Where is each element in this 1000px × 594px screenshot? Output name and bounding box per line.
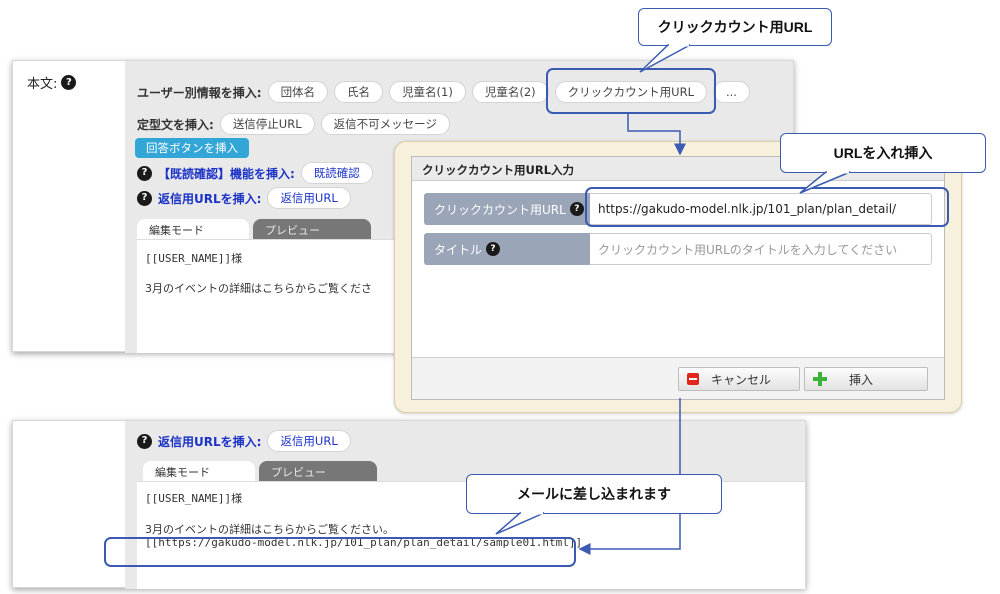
- reply-url-row: ? 返信用URLを挿入: 返信用URL: [137, 430, 351, 452]
- highlight-click-url-pill: [546, 68, 716, 114]
- help-icon[interactable]: ?: [61, 75, 77, 90]
- help-icon[interactable]: ?: [137, 165, 152, 181]
- pill-unsubscribe-url[interactable]: 送信停止URL: [219, 113, 315, 135]
- insert-reply-button[interactable]: 回答ボタンを挿入: [135, 138, 249, 158]
- template-label: 定型文を挿入:: [137, 117, 214, 132]
- dialog-backdrop: クリックカウント用URL入力 クリックカウント用URL ? https://ga…: [394, 141, 962, 413]
- body-label-text: 本文:: [27, 77, 58, 92]
- url-field-label-text: クリックカウント用URL: [434, 202, 566, 217]
- user-info-label: ユーザー別情報を挿入:: [137, 85, 262, 100]
- pill-name[interactable]: 氏名: [334, 81, 384, 103]
- help-icon[interactable]: ?: [137, 190, 152, 206]
- editor-line-body: 3月のイベントの詳細はこちらからご覧くださ: [145, 282, 372, 295]
- read-confirm-row: ? 【既読確認】機能を挿入: 既読確認: [137, 162, 373, 184]
- pill-child-name-2[interactable]: 児童名(2): [471, 81, 549, 103]
- pill-more[interactable]: ...: [712, 81, 750, 103]
- cancel-button-label: キャンセル: [711, 372, 772, 387]
- cancel-button[interactable]: キャンセル: [678, 367, 800, 391]
- pill-read-confirm[interactable]: 既読確認: [300, 162, 373, 184]
- title-form-row: タイトル ? クリックカウント用URLのタイトルを入力してください: [424, 233, 932, 265]
- title-field-label: タイトル ?: [424, 233, 590, 265]
- editor-line-body: 3月のイベントの詳細はこちらからご覧ください。: [145, 523, 394, 536]
- highlight-url-input: [585, 187, 949, 227]
- pill-group-name[interactable]: 団体名: [267, 81, 329, 103]
- tab-preview[interactable]: プレビュー: [259, 461, 377, 481]
- help-icon[interactable]: ?: [569, 202, 584, 216]
- pill-reply-url[interactable]: 返信用URL: [267, 430, 351, 452]
- url-field-label: クリックカウント用URL ?: [424, 193, 590, 225]
- insert-button-label: 挿入: [849, 372, 874, 387]
- callout-click-count-url: クリックカウント用URL: [638, 8, 832, 46]
- tab-edit-mode[interactable]: 編集モード: [137, 219, 249, 239]
- body-field-label: 本文: ?: [27, 73, 77, 92]
- editor-line-greeting: [[USER_NAME]]様: [145, 492, 243, 505]
- reply-url-label: 返信用URLを挿入:: [158, 191, 262, 206]
- dialog-footer: キャンセル 挿入: [412, 357, 944, 399]
- tab-edit-mode[interactable]: 編集モード: [143, 461, 255, 481]
- title-field-label-text: タイトル: [434, 242, 483, 257]
- reply-url-label: 返信用URLを挿入:: [158, 434, 262, 449]
- help-icon[interactable]: ?: [137, 433, 152, 449]
- template-row: 定型文を挿入: 送信停止URL 返信不可メッセージ: [137, 113, 450, 135]
- tab-preview[interactable]: プレビュー: [253, 219, 371, 239]
- help-icon[interactable]: ?: [486, 242, 501, 256]
- editor-line-greeting: [[USER_NAME]]様: [145, 252, 243, 265]
- reply-url-row: ? 返信用URLを挿入: 返信用URL: [137, 187, 351, 209]
- read-confirm-label: 【既読確認】機能を挿入:: [158, 166, 295, 181]
- plus-icon: [813, 372, 827, 386]
- highlight-inserted-url: [104, 537, 576, 567]
- callout-enter-url: URLを入れ挿入: [780, 133, 986, 173]
- title-input[interactable]: クリックカウント用URLのタイトルを入力してください: [590, 233, 932, 265]
- insert-button[interactable]: 挿入: [804, 367, 928, 391]
- pill-reply-url[interactable]: 返信用URL: [267, 187, 351, 209]
- minus-icon: [687, 373, 699, 385]
- callout-inserted: メールに差し込まれます: [466, 474, 722, 514]
- pill-child-name-1[interactable]: 児童名(1): [389, 81, 466, 103]
- pill-no-reply-message[interactable]: 返信不可メッセージ: [320, 113, 450, 135]
